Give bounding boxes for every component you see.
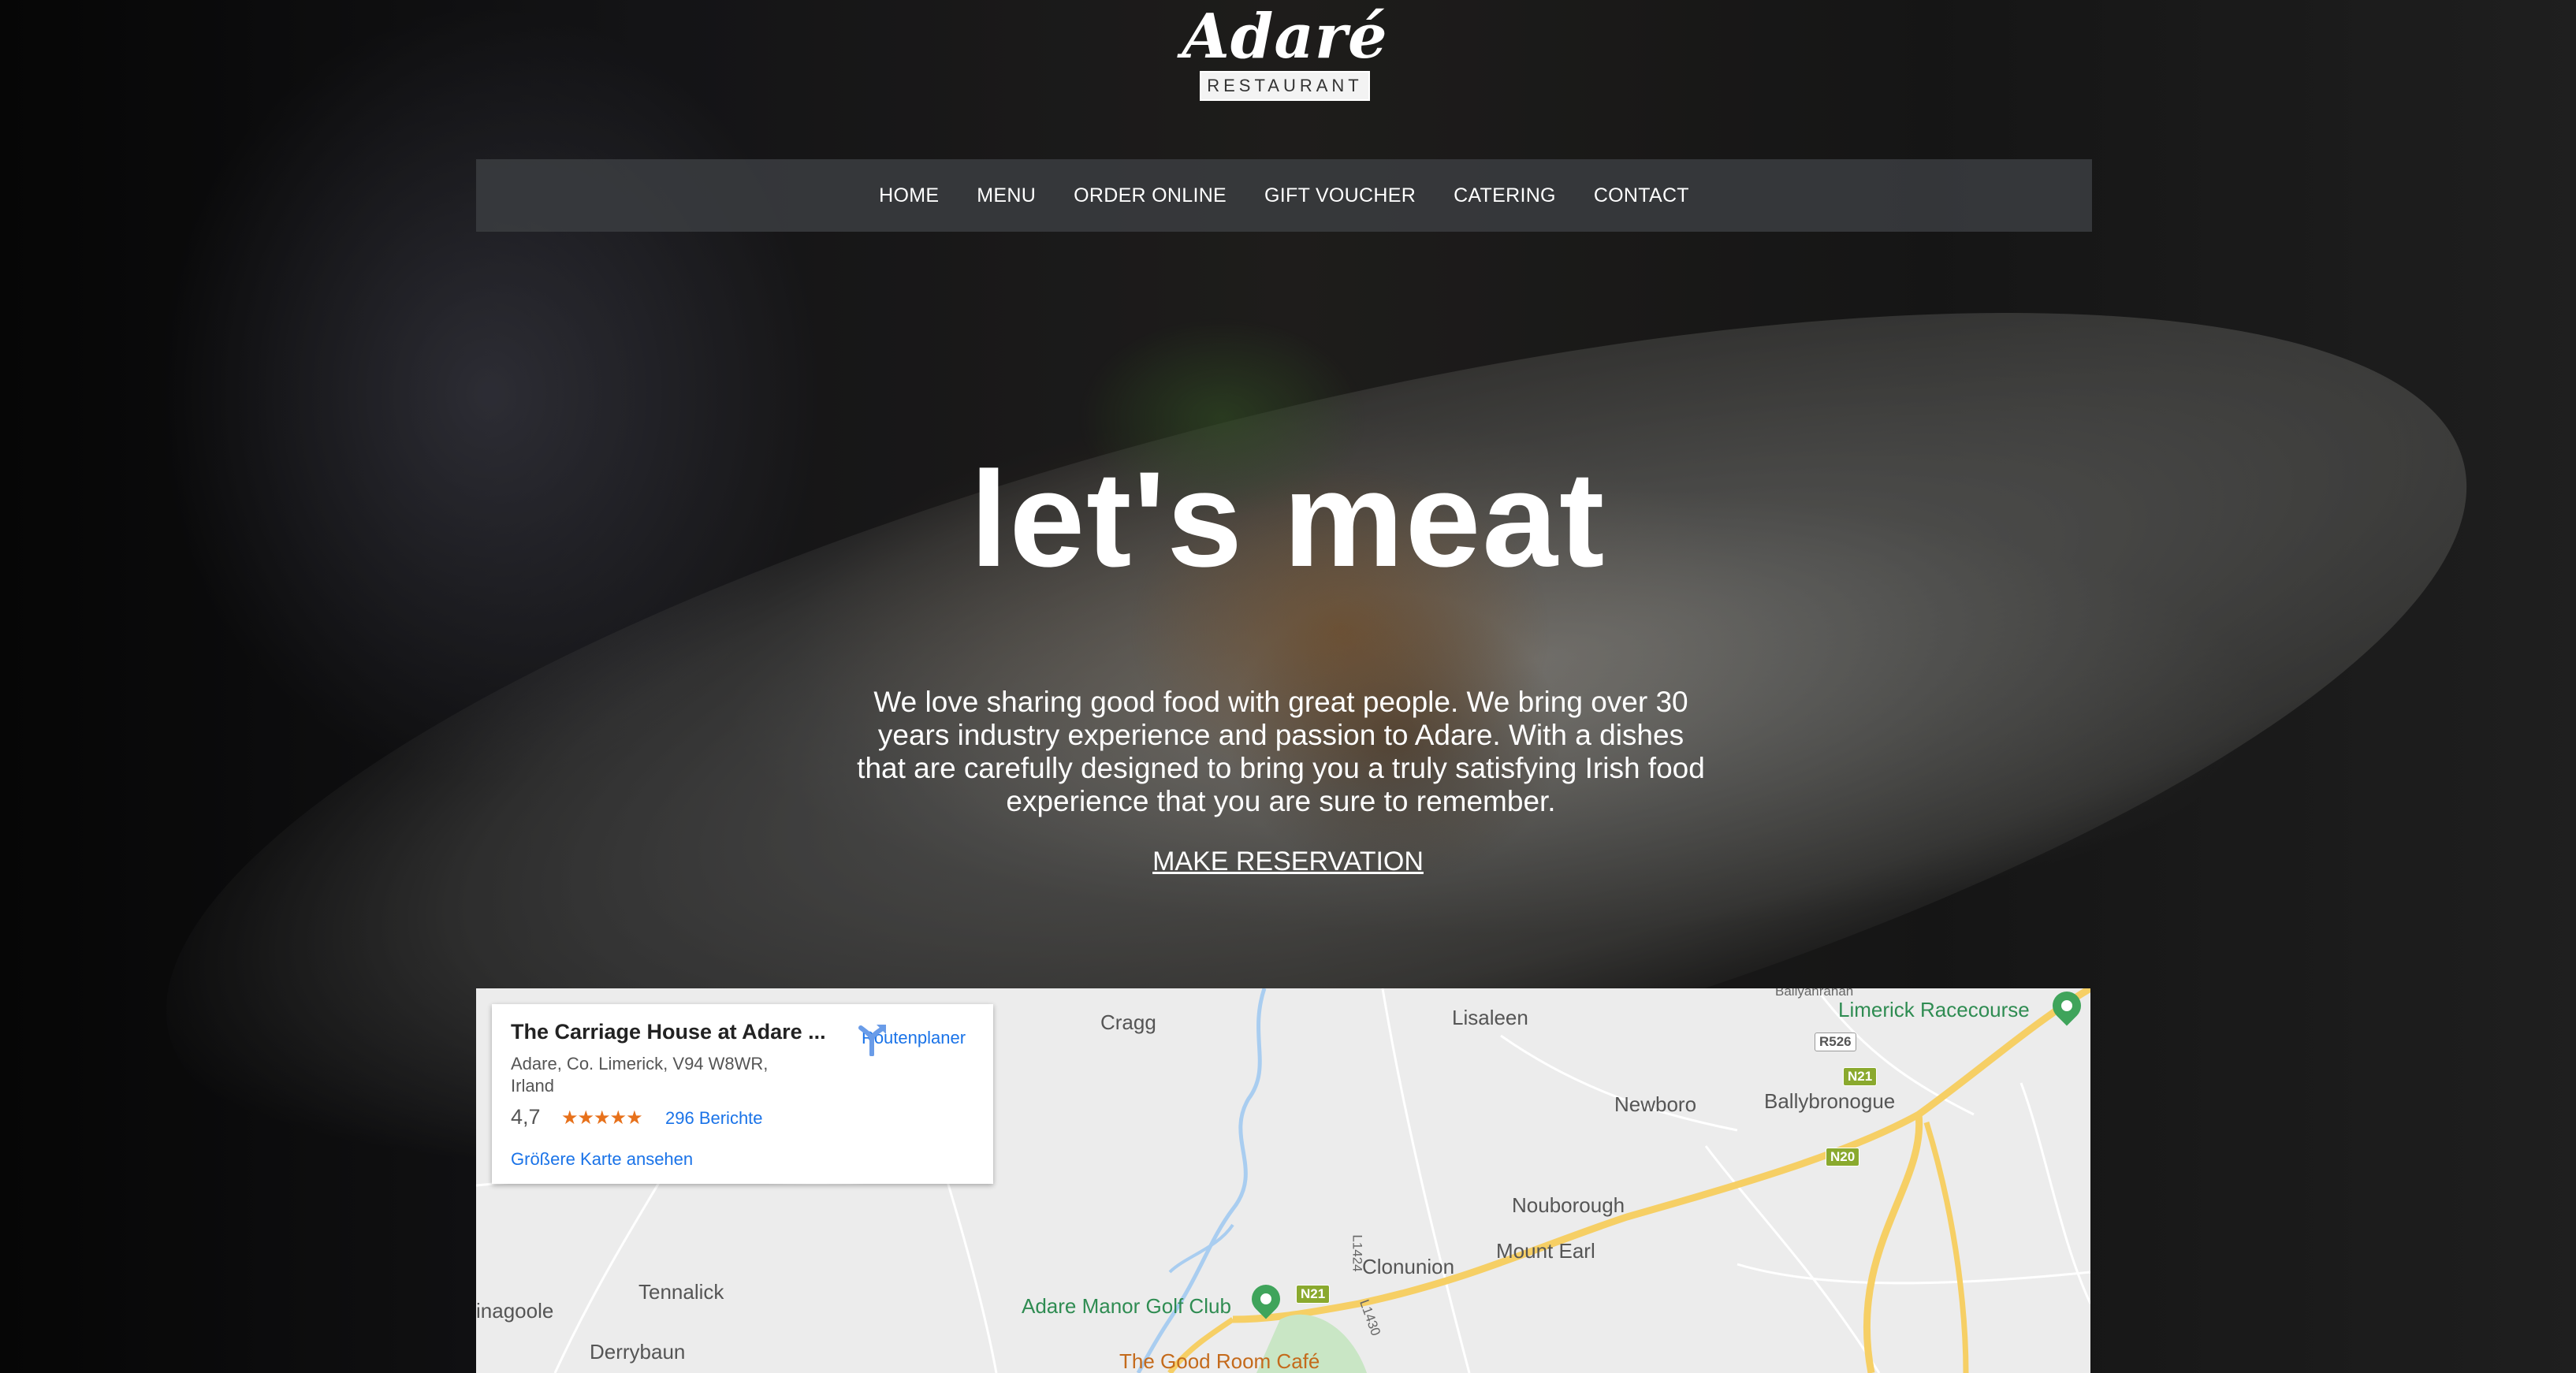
logo-script-text: Adaré [1182, 1, 1388, 73]
hero-intro: We love sharing good food with great peo… [857, 686, 1705, 817]
map-place-lisaleen: Lisaleen [1452, 1006, 1528, 1029]
reviews-link[interactable]: 296 Berichte [665, 1108, 763, 1129]
road-shield-n20: N20 [1826, 1148, 1860, 1166]
hero-headline: let's meat [970, 444, 1606, 595]
nav-catering[interactable]: CATERING [1454, 184, 1556, 207]
road-shield-n21-top: N21 [1843, 1067, 1878, 1086]
embedded-map[interactable]: Cragg Lisaleen Ballyanrahan Limerick Rac… [476, 988, 2090, 1373]
reservation-wrap: MAKE RESERVATION [0, 846, 2576, 877]
directions-icon [858, 1025, 886, 1056]
place-rating: 4,7 [511, 1105, 541, 1129]
larger-map-link[interactable]: Größere Karte ansehen [511, 1149, 693, 1170]
place-address: Adare, Co. Limerick, V94 W8WR, Irland [511, 1054, 769, 1096]
road-shield-r526: R526 [1815, 1033, 1856, 1051]
nav-home[interactable]: HOME [879, 184, 939, 207]
make-reservation-link[interactable]: MAKE RESERVATION [1152, 846, 1424, 876]
road-label-l1424: L1424 [1349, 1234, 1365, 1272]
map-place-racecourse[interactable]: Limerick Racecourse [1838, 998, 2030, 1022]
logo-sub-text: RESTAURANT [1200, 71, 1370, 101]
nav-menu[interactable]: MENU [977, 184, 1036, 207]
map-place-tennalick: Tennalick [638, 1280, 724, 1304]
map-info-card: The Carriage House at Adare ... Adare, C… [492, 1004, 993, 1184]
map-place-newboro: Newboro [1614, 1092, 1697, 1116]
map-place-cafe[interactable]: The Good Room Café [1119, 1349, 1320, 1373]
main-nav: HOME MENU ORDER ONLINE GIFT VOUCHER CATE… [476, 159, 2092, 232]
site-logo[interactable]: Adaré RESTAURANT [1174, 6, 1395, 101]
map-place-clonunion: Clonunion [1362, 1255, 1455, 1278]
map-place-nouborough: Nouborough [1512, 1193, 1625, 1217]
nav-order-online[interactable]: ORDER ONLINE [1074, 184, 1227, 207]
map-place-mount-earl: Mount Earl [1496, 1239, 1595, 1263]
map-place-ballybronogue: Ballybronogue [1764, 1089, 1896, 1113]
nav-gift-voucher[interactable]: GIFT VOUCHER [1264, 184, 1416, 207]
map-place-derrybaun: Derrybaun [590, 1340, 686, 1364]
map-place-inagoole: inagoole [476, 1299, 554, 1323]
place-name: The Carriage House at Adare ... [511, 1020, 826, 1044]
road-shield-n21-bottom: N21 [1296, 1285, 1331, 1304]
map-place-cragg: Cragg [1100, 1010, 1156, 1034]
rating-stars-icon: ★★★★★ [561, 1107, 643, 1129]
directions-button[interactable]: Routenplaner [854, 1021, 973, 1100]
map-place-golf-club[interactable]: Adare Manor Golf Club [1022, 1294, 1231, 1319]
nav-contact[interactable]: CONTACT [1594, 184, 1689, 207]
